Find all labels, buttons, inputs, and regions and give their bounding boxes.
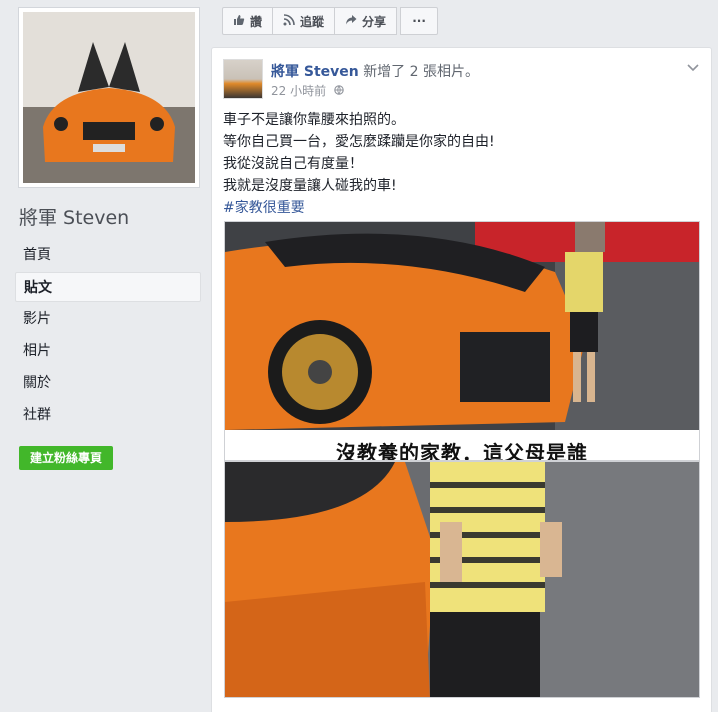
share-arrow-icon — [345, 14, 357, 29]
post-hashtag[interactable]: #家教很重要 — [223, 197, 495, 219]
share-button[interactable]: 分享 — [334, 7, 398, 35]
photo-child-by-car — [225, 462, 699, 697]
post-action-text: 新增了 2 張相片。 — [363, 64, 479, 80]
post-header: 將軍 Steven 新增了 2 張相片。 — [271, 61, 479, 81]
post-text-line: 車子不是讓你靠腰來拍照的。 — [223, 112, 405, 128]
post-photo-1[interactable]: 沒教養的家教．這父母是誰 — [224, 221, 700, 461]
photo-caption: 沒教養的家教．這父母是誰 — [225, 430, 699, 460]
sidebar-item-about[interactable]: 關於 — [15, 368, 201, 398]
create-page-button[interactable]: 建立粉絲專頁 — [19, 446, 114, 470]
chevron-down-icon[interactable] — [687, 60, 699, 76]
post-text-line: 我從沒說自己有度量！ — [223, 156, 363, 172]
profile-picture[interactable] — [18, 7, 200, 188]
like-label: 讚 — [250, 14, 263, 29]
thumbs-up-icon — [233, 14, 245, 29]
photo-car-scene — [225, 222, 699, 430]
post-author-avatar[interactable] — [223, 59, 263, 99]
post-card: 將軍 Steven 新增了 2 張相片。 22 小時前 車子不是讓你靠腰來拍照的… — [211, 47, 712, 712]
post-timestamp[interactable]: 22 小時前 — [271, 84, 326, 98]
sidebar-item-photos[interactable]: 相片 — [15, 336, 201, 366]
sidebar-item-posts[interactable]: 貼文 — [15, 272, 201, 302]
post-text-line: 等你自己買一台，愛怎麼蹂躪是你家的自由! — [223, 134, 495, 150]
rss-icon — [283, 13, 295, 29]
share-label: 分享 — [362, 14, 387, 29]
post-photo-2[interactable] — [224, 461, 700, 698]
follow-label: 追蹤 — [300, 14, 325, 29]
post-author-link[interactable]: 將軍 Steven — [271, 64, 359, 80]
follow-button[interactable]: 追蹤 — [272, 7, 336, 35]
post-meta: 22 小時前 — [271, 82, 344, 99]
sidebar-item-community[interactable]: 社群 — [15, 400, 201, 430]
like-button[interactable]: 讚 — [222, 7, 274, 35]
post-text-line: 我就是沒度量讓人碰我的車! — [223, 178, 397, 194]
profile-photo-car — [23, 12, 195, 183]
page-action-bar: 讚 追蹤 分享 ··· — [222, 7, 439, 35]
sidebar-item-videos[interactable]: 影片 — [15, 304, 201, 334]
sidebar-nav: 首頁 貼文 影片 相片 關於 社群 — [15, 240, 201, 432]
more-options-button[interactable]: ··· — [400, 7, 439, 35]
sidebar-item-home[interactable]: 首頁 — [15, 240, 201, 270]
page-title: 將軍 Steven — [19, 207, 130, 229]
globe-icon[interactable] — [334, 85, 344, 98]
car-illustration — [23, 12, 195, 183]
post-body: 車子不是讓你靠腰來拍照的。 等你自己買一台，愛怎麼蹂躪是你家的自由! 我從沒說自… — [223, 109, 495, 219]
